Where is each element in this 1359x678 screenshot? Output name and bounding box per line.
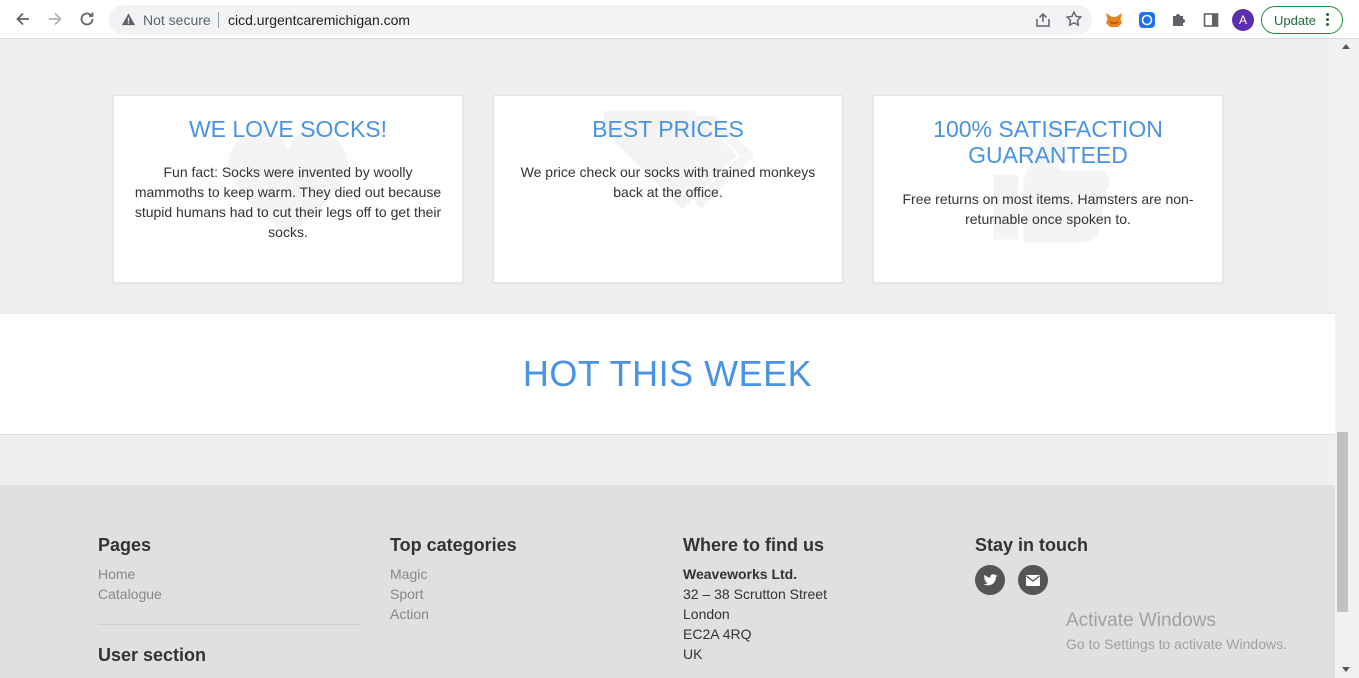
update-label: Update (1274, 13, 1316, 28)
footer-heading-social: Stay in touch (975, 535, 1089, 555)
side-panel-icon[interactable] (1201, 10, 1221, 30)
hot-this-week-section: HOT THIS WEEK (0, 313, 1335, 435)
windows-activation-title: Activate Windows (1066, 610, 1216, 631)
update-button[interactable]: Update (1261, 6, 1343, 34)
scroll-down-arrow-icon[interactable] (1342, 667, 1350, 672)
feature-text: Fun fact: Socks were invented by woolly … (134, 164, 442, 240)
footer-link-sport[interactable]: Sport (390, 586, 423, 602)
feature-text: We price check our socks with trained mo… (520, 164, 816, 200)
footer-heading-pages: Pages (98, 535, 152, 555)
extensions-puzzle-icon[interactable] (1169, 10, 1189, 30)
address-line: EC2A 4RQ (683, 626, 752, 642)
scroll-up-arrow-icon[interactable] (1342, 44, 1350, 49)
security-label[interactable]: Not secure (143, 12, 211, 28)
feature-text: Free returns on most items. Hamsters are… (902, 191, 1194, 227)
footer-heading-user-section: User section (98, 645, 207, 665)
footer-link-catalogue[interactable]: Catalogue (98, 586, 162, 602)
feature-title: BEST PRICES (592, 116, 744, 142)
footer-heading-categories: Top categories (390, 535, 517, 555)
footer-heading-location: Where to find us (683, 535, 824, 555)
feature-card-socks: WE LOVE SOCKS! Fun fact: Socks were inve… (113, 95, 463, 283)
footer-divider (98, 624, 360, 625)
reload-icon[interactable] (76, 8, 98, 30)
section-title: HOT THIS WEEK (522, 353, 813, 394)
company-name: Weaveworks Ltd. (683, 566, 798, 582)
footer-link-action[interactable]: Action (390, 606, 429, 622)
profile-avatar[interactable]: A (1232, 9, 1254, 31)
bookmark-star-icon[interactable] (1065, 10, 1083, 33)
forward-icon[interactable] (44, 8, 66, 30)
warning-icon[interactable] (121, 12, 136, 32)
share-icon[interactable] (1034, 11, 1052, 34)
twitter-icon[interactable] (975, 565, 1005, 595)
envelope-icon[interactable] (1018, 565, 1048, 595)
feature-card-prices: BEST PRICES We price check our socks wit… (493, 95, 843, 283)
footer-link-home[interactable]: Home (98, 566, 135, 582)
more-menu-icon[interactable] (1326, 13, 1330, 28)
address-line: UK (683, 646, 703, 662)
browser-toolbar: Not secure cicd.urgentcaremichigan.com A… (0, 0, 1359, 39)
url-text[interactable]: cicd.urgentcaremichigan.com (228, 12, 410, 28)
feature-title: 100% SATISFACTION GUARANTEED (933, 116, 1163, 168)
extension-blue-icon[interactable] (1137, 10, 1157, 30)
address-line: 32 – 38 Scrutton Street (683, 586, 827, 602)
feature-title: WE LOVE SOCKS! (188, 116, 388, 142)
address-line: London (683, 606, 730, 622)
back-icon[interactable] (12, 8, 34, 30)
footer-link-magic[interactable]: Magic (390, 566, 427, 582)
scrollbar-thumb[interactable] (1337, 432, 1348, 612)
page-content: WE LOVE SOCKS! Fun fact: Socks were inve… (0, 40, 1335, 678)
windows-activation-subtitle: Go to Settings to activate Windows. (1066, 636, 1287, 652)
vertical-scrollbar[interactable] (1335, 40, 1359, 678)
address-bar[interactable]: Not secure cicd.urgentcaremichigan.com (109, 5, 1092, 35)
feature-card-satisfaction: 100% SATISFACTION GUARANTEED Free return… (873, 95, 1223, 283)
omnibox-divider (218, 12, 219, 28)
metamask-icon[interactable] (1104, 10, 1124, 30)
